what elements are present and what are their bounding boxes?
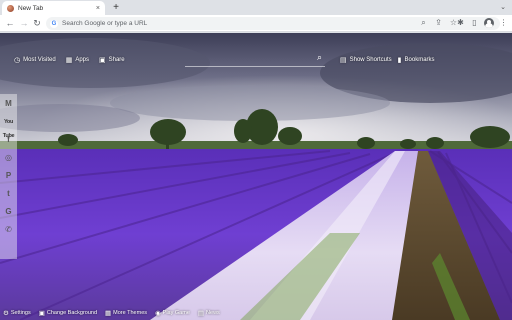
tab-title: New Tab <box>18 4 44 12</box>
news-label: News <box>206 309 220 316</box>
bookmark-icon: ▮ <box>397 57 402 64</box>
share-box-icon: ▣ <box>99 57 106 64</box>
side-panel-icon[interactable]: ▯ <box>470 17 479 29</box>
tab-search-icon[interactable]: ⌄ <box>500 3 506 11</box>
more-themes-label: More Themes <box>113 309 147 316</box>
menu-icon[interactable]: ⋮ <box>499 17 508 29</box>
settings-button[interactable]: ⚙ Settings <box>3 309 31 317</box>
play-game-button[interactable]: ◉ Play Game <box>155 309 190 317</box>
google-lens-icon[interactable]: ⌕ <box>419 17 428 29</box>
settings-label: Settings <box>10 309 31 316</box>
back-icon[interactable]: ← <box>4 17 16 29</box>
social-sidebar: M You Tube f ◎ P t G ✆ <box>0 94 17 259</box>
bookmarks-link[interactable]: ▮ Bookmarks <box>398 56 435 64</box>
change-background-label: Change Background <box>46 309 98 316</box>
gmail-icon[interactable]: M <box>2 97 15 111</box>
extensions-icon[interactable]: ✱ <box>456 17 465 29</box>
tab-strip: New Tab × + ⌄ <box>0 0 512 15</box>
shortcuts-icon: ▤ <box>340 57 347 64</box>
show-shortcuts-label: Show Shortcuts <box>349 57 392 63</box>
search-underline <box>185 66 325 67</box>
change-background-button[interactable]: ▣ Change Background <box>39 309 97 317</box>
themes-icon: ▦ <box>105 309 112 317</box>
twitter-icon[interactable]: t <box>2 187 15 201</box>
news-button[interactable]: ▤ News <box>198 309 220 317</box>
more-themes-button[interactable]: ▦ More Themes <box>105 309 147 317</box>
instagram-icon[interactable]: ◎ <box>2 151 15 165</box>
apps-link[interactable]: ▦ Apps <box>66 56 89 64</box>
bookmarks-label: Bookmarks <box>404 57 435 63</box>
new-tab-page: ◷ Most Visited ▦ Apps ▣ Share ⌕ ▤ Show S… <box>0 33 512 320</box>
image-icon: ▣ <box>38 309 45 317</box>
youtube-icon[interactable]: You Tube <box>2 115 15 139</box>
reload-icon[interactable]: ↻ <box>31 17 43 29</box>
history-icon: ◷ <box>14 57 21 64</box>
share-link[interactable]: ▣ Share <box>99 56 125 64</box>
lavender-field-background <box>0 33 512 320</box>
show-shortcuts-link[interactable]: ▤ Show Shortcuts <box>340 56 392 64</box>
apps-grid-icon: ▦ <box>65 57 73 64</box>
new-tab-button[interactable]: + <box>110 1 122 14</box>
forward-icon[interactable]: → <box>18 17 30 29</box>
search-icon[interactable]: ⌕ <box>317 52 322 63</box>
search-input[interactable] <box>185 53 313 65</box>
whatsapp-icon[interactable]: ✆ <box>2 223 15 237</box>
share-label: Share <box>108 57 125 63</box>
share-icon[interactable]: ⇪ <box>434 17 443 29</box>
news-icon: ▤ <box>197 309 205 317</box>
profile-avatar[interactable] <box>484 18 494 28</box>
google-icon: G <box>50 19 58 28</box>
google-plus-icon[interactable]: G <box>2 205 15 219</box>
bottom-bar: ⚙ Settings ▣ Change Background ▦ More Th… <box>0 305 512 320</box>
gear-icon: ⚙ <box>3 309 9 317</box>
pinterest-icon[interactable]: P <box>2 169 15 183</box>
browser-toolbar: ← → ↻ G Search Google or type a URL ⌕ ⇪ … <box>0 15 512 32</box>
tab-close-icon[interactable]: × <box>96 5 100 12</box>
tab-favicon-icon <box>7 4 14 12</box>
gamepad-icon: ◉ <box>155 309 161 317</box>
tab-new-tab[interactable]: New Tab × <box>2 1 105 15</box>
play-game-label: Play Game <box>162 309 190 316</box>
facebook-icon[interactable]: f <box>2 133 15 147</box>
most-visited-label: Most Visited <box>23 57 56 63</box>
most-visited-link[interactable]: ◷ Most Visited <box>14 56 56 64</box>
apps-label: Apps <box>75 57 89 63</box>
